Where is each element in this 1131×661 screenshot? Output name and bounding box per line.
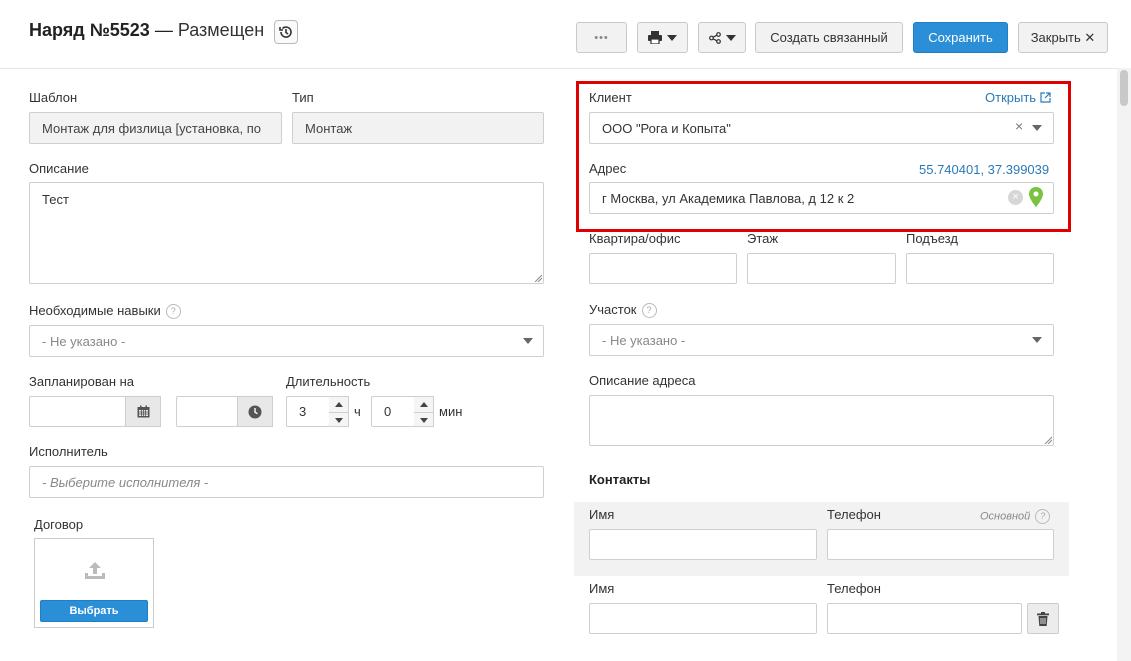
- apartment-input[interactable]: [589, 253, 737, 284]
- help-icon[interactable]: ?: [165, 304, 181, 320]
- scrollbar-thumb[interactable]: [1120, 70, 1128, 106]
- caret-up-icon: [419, 402, 428, 407]
- contract-label: Договор: [34, 517, 84, 532]
- minutes-stepper[interactable]: [414, 396, 434, 427]
- save-button[interactable]: Сохранить: [913, 22, 1008, 53]
- chevron-down-icon: [523, 338, 533, 344]
- share-icon: [708, 31, 721, 44]
- address-description-label: Описание адреса: [589, 373, 696, 388]
- scrollbar[interactable]: [1117, 68, 1131, 661]
- print-button[interactable]: [637, 22, 688, 53]
- type-field[interactable]: Монтаж: [292, 112, 544, 144]
- contact-phone-input[interactable]: [827, 529, 1054, 560]
- caret-down-icon: [419, 418, 428, 423]
- skills-label: Необходимые навыки?: [29, 303, 181, 320]
- floor-input[interactable]: [747, 253, 896, 284]
- floor-label: Этаж: [747, 231, 779, 246]
- external-link-icon: [1040, 92, 1051, 103]
- clear-icon[interactable]: ×: [1015, 118, 1023, 134]
- page-header: Наряд №5523 — Размещен ••• Создать связа…: [0, 0, 1131, 69]
- contact-phone-label: Телефон: [827, 581, 881, 596]
- print-icon: [648, 31, 662, 44]
- choose-file-button[interactable]: Выбрать: [40, 600, 148, 622]
- area-label: Участок?: [589, 302, 657, 319]
- hours-stepper[interactable]: [329, 396, 349, 427]
- history-button[interactable]: [274, 20, 298, 44]
- address-input[interactable]: г Москва, ул Академика Павлова, д 12 к 2: [589, 182, 1054, 214]
- chevron-down-icon: [1032, 125, 1042, 131]
- time-button[interactable]: [237, 396, 273, 427]
- history-icon: [279, 26, 292, 38]
- page-title: Наряд №5523 — Размещен: [29, 20, 265, 40]
- delete-contact-button[interactable]: [1027, 603, 1059, 634]
- more-icon: •••: [594, 31, 609, 44]
- contact-name-label: Имя: [589, 507, 615, 522]
- description-text: Тест: [42, 192, 69, 207]
- entrance-label: Подъезд: [906, 231, 958, 246]
- hours-unit: ч: [354, 404, 361, 419]
- planned-label: Запланирован на: [29, 374, 135, 389]
- address-description-textarea[interactable]: [589, 395, 1054, 446]
- hours-input[interactable]: 3: [286, 396, 330, 427]
- minutes-input[interactable]: 0: [371, 396, 415, 427]
- contact-name-input[interactable]: [589, 529, 817, 560]
- contact-name-label: Имя: [589, 581, 615, 596]
- contact-phone-label: Телефон: [827, 507, 881, 522]
- contact-phone-input[interactable]: [827, 603, 1022, 634]
- clock-icon: [248, 405, 262, 418]
- client-select[interactable]: ООО "Рога и Копыта": [589, 112, 1054, 144]
- hours-up-button[interactable]: [329, 397, 348, 413]
- minutes-down-button[interactable]: [414, 413, 433, 428]
- template-field[interactable]: Монтаж для физлица [установка, по: [29, 112, 282, 144]
- executor-select[interactable]: - Выберите исполнителя -: [29, 466, 544, 498]
- caret-down-icon: [334, 418, 343, 423]
- minutes-unit: мин: [439, 404, 463, 419]
- hours-down-button[interactable]: [329, 413, 348, 428]
- type-label: Тип: [292, 90, 314, 105]
- create-related-button[interactable]: Создать связанный: [755, 22, 903, 53]
- template-label: Шаблон: [29, 90, 78, 105]
- description-textarea[interactable]: Тест: [29, 182, 544, 284]
- resize-grip-icon[interactable]: [534, 274, 542, 282]
- share-button[interactable]: [698, 22, 746, 53]
- coordinates-link[interactable]: 55.740401, 37.399039: [919, 162, 1049, 177]
- description-label: Описание: [29, 161, 89, 176]
- open-client-link[interactable]: Открыть: [985, 90, 1051, 105]
- clear-address-icon[interactable]: ×: [1008, 190, 1023, 205]
- area-select[interactable]: - Не указано -: [589, 324, 1054, 356]
- caret-up-icon: [334, 402, 343, 407]
- planned-time-input[interactable]: [176, 396, 238, 427]
- trash-icon: [1037, 611, 1049, 626]
- client-label: Клиент: [589, 90, 632, 105]
- calendar-button[interactable]: [125, 396, 161, 427]
- executor-label: Исполнитель: [29, 444, 108, 459]
- chevron-down-icon: [667, 34, 677, 41]
- chevron-down-icon: [1032, 337, 1042, 343]
- duration-label: Длительность: [286, 374, 371, 389]
- chevron-down-icon: [725, 34, 736, 41]
- planned-date-input[interactable]: [29, 396, 126, 427]
- order-number: Наряд №5523: [29, 20, 150, 40]
- help-icon[interactable]: ?: [641, 303, 657, 319]
- skills-select[interactable]: - Не указано -: [29, 325, 544, 357]
- calendar-icon: [137, 405, 149, 418]
- more-button[interactable]: •••: [576, 22, 627, 53]
- close-button[interactable]: Закрыть ✕: [1018, 22, 1108, 53]
- contract-upload-area[interactable]: Выбрать: [34, 538, 154, 628]
- address-label: Адрес: [589, 161, 627, 176]
- primary-contact-label: Основной?: [980, 509, 1051, 524]
- resize-grip-icon[interactable]: [1044, 436, 1052, 444]
- entrance-input[interactable]: [906, 253, 1054, 284]
- contacts-title: Контакты: [589, 472, 651, 487]
- map-pin-icon[interactable]: [1029, 187, 1043, 207]
- contact-name-input[interactable]: [589, 603, 817, 634]
- help-icon[interactable]: ?: [1035, 509, 1051, 524]
- upload-icon: [85, 562, 105, 579]
- order-status: Размещен: [177, 20, 265, 40]
- minutes-up-button[interactable]: [414, 397, 433, 413]
- apartment-label: Квартира/офис: [589, 231, 681, 246]
